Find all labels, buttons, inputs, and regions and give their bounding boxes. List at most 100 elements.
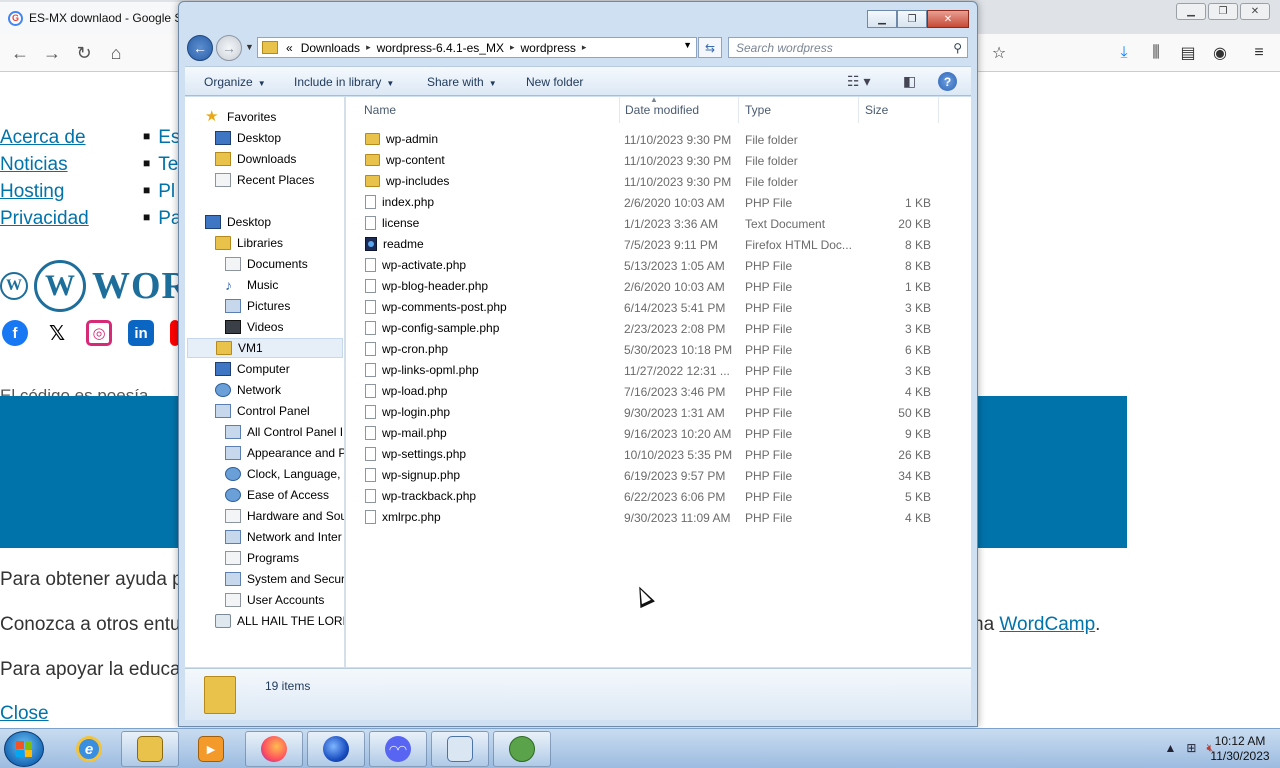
address-dropdown-icon[interactable]: ▼ [683, 40, 692, 50]
browser-maximize-button[interactable]: ❐ [1208, 3, 1238, 20]
nav-recycle-bin[interactable]: ALL HAIL THE LORD [215, 611, 344, 631]
close-button[interactable]: ✕ [927, 10, 969, 28]
bullet-link[interactable]: Es [143, 127, 180, 149]
browser-tab[interactable]: G ES-MX downlaod - Google S [0, 2, 185, 34]
file-row[interactable]: wp-includes 11/10/2023 9:30 PM File folder [346, 171, 946, 192]
nav-all-control-panel-items[interactable]: All Control Panel I [225, 422, 343, 442]
browser-minimize-button[interactable]: ▁ [1176, 3, 1206, 20]
nav-network-internet[interactable]: Network and Inter [225, 527, 342, 547]
clock[interactable]: 10:12 AM 11/30/2023 [1210, 734, 1270, 764]
forward-icon[interactable]: → [40, 41, 64, 65]
taskbar-media-player[interactable]: ▶ [182, 731, 240, 767]
taskbar-discord[interactable]: ◠◠ [369, 731, 427, 767]
address-overflow[interactable]: « [286, 41, 293, 55]
file-row[interactable]: readme 7/5/2023 9:11 PM Firefox HTML Doc..… [346, 234, 946, 255]
nav-ease-of-access[interactable]: Ease of Access [225, 485, 329, 505]
breadcrumb-chevron-icon[interactable]: ▸ [366, 42, 371, 53]
nav-favorites[interactable]: ★ Favorites [205, 107, 276, 127]
link-noticias[interactable]: Noticias [0, 154, 68, 176]
include-in-library-button[interactable]: Include in library ▼ [294, 75, 394, 89]
home-icon[interactable]: ⌂ [104, 41, 128, 65]
file-row[interactable]: wp-signup.php 6/19/2023 9:57 PM PHP File 34… [346, 465, 946, 486]
taskbar-control-panel[interactable] [431, 731, 489, 767]
change-view-icon[interactable]: ☷ ▾ [847, 73, 870, 90]
linkedin-icon[interactable]: in [128, 320, 154, 346]
bookmark-star-icon[interactable]: ☆ [988, 43, 1010, 63]
taskbar-internet-explorer[interactable]: e [60, 731, 118, 767]
nav-system-security[interactable]: System and Securi [225, 569, 344, 589]
nav-vm1[interactable]: VM1 [187, 338, 343, 358]
bullet-link[interactable]: Pa [143, 208, 181, 230]
minimize-button[interactable]: ▁ [867, 10, 897, 28]
nav-pictures[interactable]: Pictures [225, 296, 290, 316]
bullet-link[interactable]: Te [143, 154, 178, 176]
file-row[interactable]: wp-mail.php 9/16/2023 10:20 AM PHP File 9 K… [346, 423, 946, 444]
recent-pages-dropdown-icon[interactable]: ▼ [245, 42, 254, 52]
refresh-icon[interactable]: ⇆ [698, 37, 722, 58]
nav-recent-places[interactable]: Recent Places [215, 170, 314, 190]
file-row[interactable]: wp-links-opml.php 11/27/2022 12:31 ... PHP… [346, 360, 946, 381]
show-hidden-icons-icon[interactable]: ▲ [1164, 741, 1176, 756]
column-header-date-modified[interactable]: Date modified [619, 97, 739, 123]
nav-libraries[interactable]: Libraries [215, 233, 283, 253]
nav-network[interactable]: Network [215, 380, 281, 400]
link-hosting[interactable]: Hosting [0, 181, 64, 203]
back-button[interactable]: ← [187, 35, 213, 61]
nav-programs[interactable]: Programs [225, 548, 299, 568]
search-input[interactable] [736, 40, 936, 55]
file-row[interactable]: wp-cron.php 5/30/2023 10:18 PM PHP File 6 K… [346, 339, 946, 360]
nav-documents[interactable]: Documents [225, 254, 308, 274]
breadcrumb-wordpress[interactable]: wordpress [521, 41, 576, 55]
breadcrumb-chevron-icon[interactable]: ▸ [582, 42, 587, 53]
nav-desktop[interactable]: Desktop [215, 128, 281, 148]
nav-computer[interactable]: Computer [215, 359, 290, 379]
x-icon[interactable]: 𝕏 [44, 320, 70, 346]
file-row[interactable]: index.php 2/6/2020 10:03 AM PHP File 1 KB [346, 192, 946, 213]
breadcrumb-chevron-icon[interactable]: ▸ [510, 42, 515, 53]
file-row[interactable]: xmlrpc.php 9/30/2023 11:09 AM PHP File 4 KB [346, 507, 946, 528]
help-icon[interactable]: ? [938, 72, 957, 91]
nav-downloads[interactable]: Downloads [215, 149, 296, 169]
nav-desktop-root[interactable]: Desktop [205, 212, 271, 232]
start-button[interactable] [4, 731, 44, 767]
nav-videos[interactable]: Videos [225, 317, 283, 337]
organize-button[interactable]: Organize ▼ [204, 75, 266, 89]
breadcrumb-wordpress-es-mx[interactable]: wordpress-6.4.1-es_MX [377, 41, 504, 55]
new-folder-button[interactable]: New folder [526, 75, 583, 89]
sidebar-icon[interactable]: ▤ [1177, 43, 1199, 63]
breadcrumb-downloads[interactable]: Downloads [301, 41, 360, 55]
file-row[interactable]: wp-blog-header.php 2/6/2020 10:03 AM PHP F… [346, 276, 946, 297]
facebook-icon[interactable]: f [2, 320, 28, 346]
close-link[interactable]: Close [0, 703, 49, 725]
back-icon[interactable]: ← [8, 41, 32, 65]
file-row[interactable]: license 1/1/2023 3:36 AM Text Document 20 K… [346, 213, 946, 234]
download-icon[interactable]: ⤓ [1113, 43, 1135, 63]
column-header-name[interactable]: Name [358, 97, 620, 123]
link-acerca-de[interactable]: Acerca de [0, 127, 86, 149]
wordcamp-link[interactable]: WordCamp [999, 614, 1095, 635]
reload-icon[interactable]: ↻ [72, 41, 96, 65]
file-row[interactable]: wp-admin 11/10/2023 9:30 PM File folder [346, 129, 946, 150]
taskbar-windows-explorer[interactable] [121, 731, 179, 767]
nav-appearance[interactable]: Appearance and P [225, 443, 344, 463]
nav-music[interactable]: ♪ Music [225, 275, 278, 295]
nav-control-panel[interactable]: Control Panel [215, 401, 310, 421]
file-row[interactable]: wp-login.php 9/30/2023 1:31 AM PHP File 50 … [346, 402, 946, 423]
column-header-type[interactable]: Type [739, 97, 859, 123]
taskbar-network-sharing[interactable] [493, 731, 551, 767]
file-row[interactable]: wp-load.php 7/16/2023 3:46 PM PHP File 4 KB [346, 381, 946, 402]
nav-clock-language[interactable]: Clock, Language, a [225, 464, 344, 484]
preview-pane-icon[interactable]: ◧ [903, 73, 916, 90]
file-row[interactable]: wp-settings.php 10/10/2023 5:35 PM PHP Fil… [346, 444, 946, 465]
file-row[interactable]: wp-config-sample.php 2/23/2023 2:08 PM PHP… [346, 318, 946, 339]
file-row[interactable]: wp-content 11/10/2023 9:30 PM File folder [346, 150, 946, 171]
maximize-button[interactable]: ❐ [897, 10, 927, 28]
file-row[interactable]: wp-trackback.php 6/22/2023 6:06 PM PHP Fil… [346, 486, 946, 507]
instagram-icon[interactable]: ◎ [86, 320, 112, 346]
nav-user-accounts[interactable]: User Accounts [225, 590, 324, 610]
file-row[interactable]: wp-comments-post.php 6/14/2023 5:41 PM PHP… [346, 297, 946, 318]
search-icon[interactable]: ⚲ [953, 41, 962, 55]
bullet-link[interactable]: Pl [143, 181, 175, 203]
library-icon[interactable]: ⫼ [1145, 43, 1167, 63]
taskbar-firefox-nightly[interactable] [307, 731, 365, 767]
